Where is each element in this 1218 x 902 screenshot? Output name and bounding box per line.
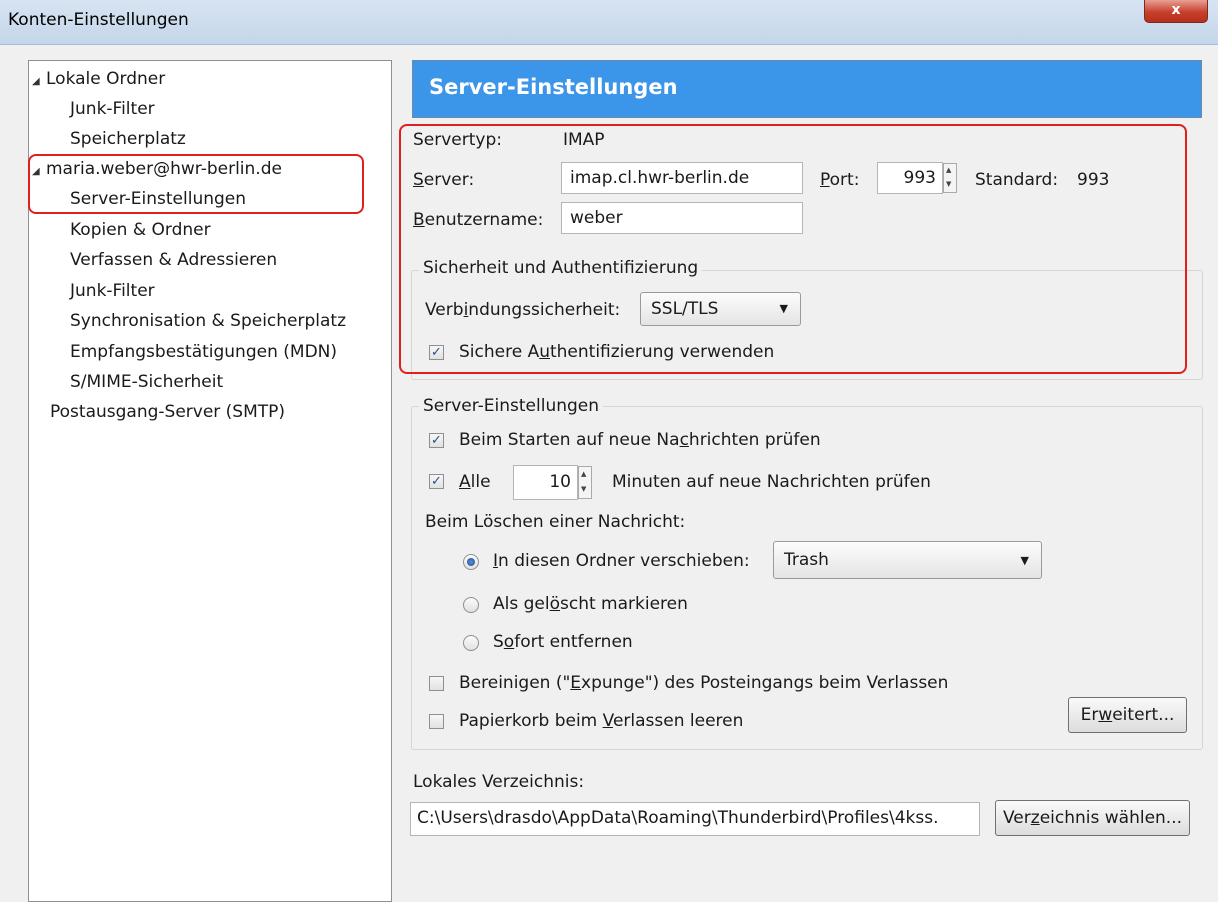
tree-item-smtp[interactable]: Postausgang-Server (SMTP)	[50, 402, 285, 422]
page-title: Server-Einstellungen	[429, 75, 678, 99]
local-dir-label: Lokales Verzeichnis:	[413, 772, 585, 792]
empty-trash-checkbox[interactable]	[429, 714, 444, 729]
tree-item-junk-filter-local[interactable]: Junk-Filter	[70, 99, 155, 119]
tree-item-smime[interactable]: S/MIME-Sicherheit	[70, 372, 223, 392]
server-settings-group-title: Server-Einstellungen	[419, 396, 604, 416]
local-dir-input[interactable]: C:\Users\drasdo\AppData\Roaming\Thunderb…	[410, 802, 980, 836]
minutes-input[interactable]: 10	[513, 465, 578, 500]
highlight-annotation	[399, 124, 1187, 374]
highlight-annotation	[28, 154, 364, 214]
minutes-label: Minuten auf neue Nachrichten prüfen	[612, 472, 931, 492]
tree-item-junk-filter[interactable]: Junk-Filter	[70, 281, 155, 301]
window-title-bar: Konten-Einstellungen x	[0, 0, 1218, 45]
dropdown-arrow-icon: ▼	[1020, 554, 1029, 567]
tree-item-composition[interactable]: Verfassen & Adressieren	[70, 250, 277, 270]
remove-immediately-radio[interactable]	[463, 635, 479, 651]
mark-deleted-label: Als gelöscht markieren	[493, 594, 688, 614]
check-on-start-checkbox[interactable]: ✓	[429, 433, 444, 448]
move-to-folder-label: In diesen Ordner verschieben:	[493, 551, 750, 571]
remove-immediately-label: Sofort entfernen	[493, 632, 633, 652]
tree-item-local-folders[interactable]: ◢ Lokale Ordner	[32, 69, 165, 89]
chevron-down-icon[interactable]: ▼	[581, 485, 586, 493]
expanded-triangle-icon[interactable]: ◢	[32, 76, 46, 87]
move-to-folder-radio[interactable]	[463, 554, 479, 570]
trash-folder-select[interactable]: Trash ▼	[773, 541, 1042, 579]
mark-deleted-radio[interactable]	[463, 597, 479, 613]
close-button[interactable]: x	[1144, 0, 1208, 23]
tree-item-receipts[interactable]: Empfangsbestätigungen (MDN)	[70, 342, 337, 362]
check-every-checkbox[interactable]: ✓	[429, 474, 444, 489]
on-delete-label: Beim Löschen einer Nachricht:	[425, 512, 686, 532]
check-on-start-label: Beim Starten auf neue Nachrichten prüfen	[459, 430, 821, 450]
minutes-stepper[interactable]: ▲ ▼	[578, 466, 592, 499]
tree-item-copies-folders[interactable]: Kopien & Ordner	[70, 220, 211, 240]
tree-item-sync-storage[interactable]: Synchronisation & Speicherplatz	[70, 311, 346, 331]
advanced-button[interactable]: Erweitert...	[1068, 697, 1187, 733]
empty-trash-label: Papierkorb beim Verlassen leeren	[459, 711, 744, 731]
tree-item-disk-space[interactable]: Speicherplatz	[70, 129, 186, 149]
check-every-label: Alle	[459, 472, 491, 492]
chevron-up-icon[interactable]: ▲	[581, 470, 586, 478]
choose-directory-button[interactable]: Verzeichnis wählen...	[995, 800, 1190, 836]
panel-header: Server-Einstellungen	[412, 60, 1202, 118]
expunge-label: Bereinigen ("Expunge") des Posteingangs …	[459, 673, 949, 693]
window-title: Konten-Einstellungen	[8, 10, 189, 30]
expunge-checkbox[interactable]	[429, 676, 444, 691]
